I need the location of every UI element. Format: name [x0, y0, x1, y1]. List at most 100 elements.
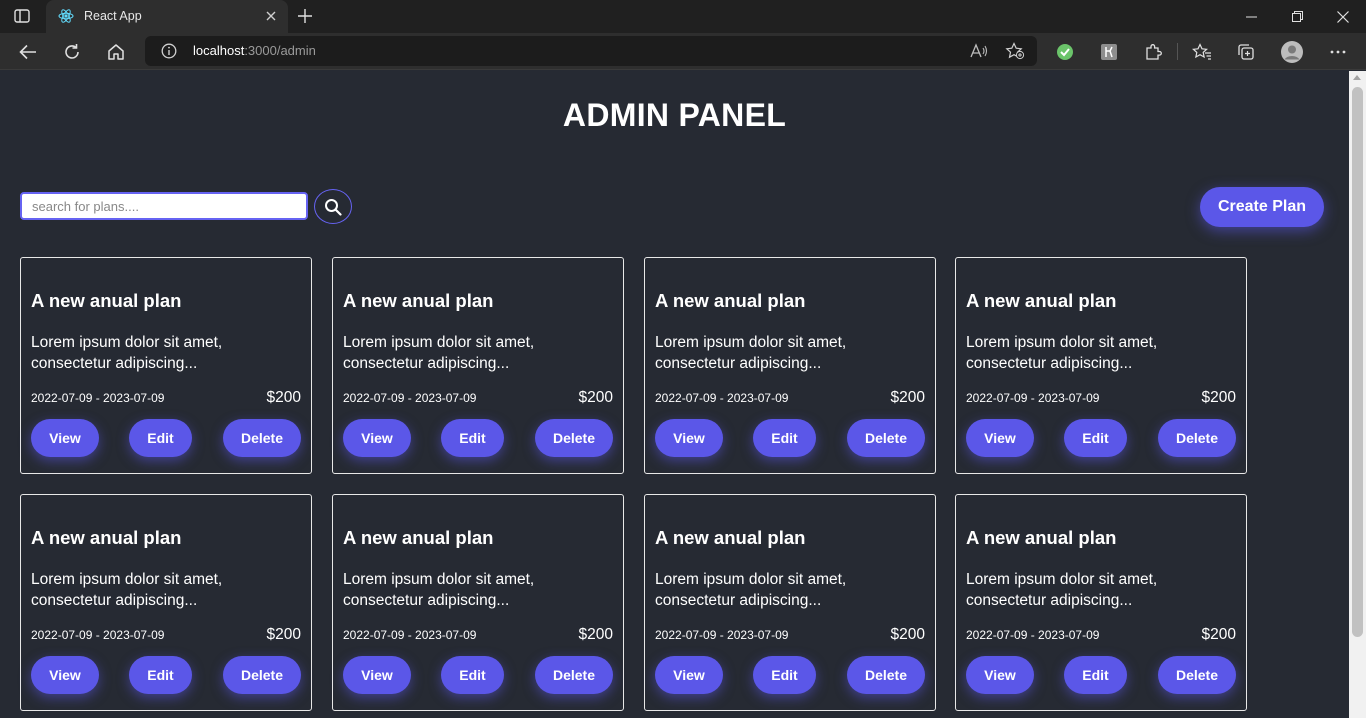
view-button[interactable]: View	[343, 419, 411, 457]
delete-button[interactable]: Delete	[535, 656, 613, 694]
new-tab-icon[interactable]	[294, 5, 316, 27]
favorites-icon[interactable]	[1189, 40, 1215, 64]
edit-button[interactable]: Edit	[129, 656, 192, 694]
delete-button[interactable]: Delete	[847, 656, 925, 694]
delete-button[interactable]: Delete	[847, 419, 925, 457]
view-button[interactable]: View	[31, 419, 99, 457]
plan-title: A new anual plan	[343, 290, 494, 311]
view-button[interactable]: View	[655, 419, 723, 457]
delete-button[interactable]: Delete	[223, 656, 301, 694]
plan-dates: 2022-07-09 - 2023-07-09	[655, 391, 789, 405]
plan-price: $200	[1201, 389, 1236, 406]
search-button[interactable]	[314, 189, 352, 224]
search-icon	[325, 198, 342, 216]
edit-button[interactable]: Edit	[441, 419, 504, 457]
url-text: localhost:3000/admin	[193, 43, 316, 58]
tab-title: React App	[84, 9, 142, 23]
minimize-icon[interactable]	[1228, 0, 1274, 33]
delete-button[interactable]: Delete	[223, 419, 301, 457]
close-window-icon[interactable]	[1320, 0, 1366, 33]
plan-title: A new anual plan	[31, 527, 182, 548]
search-input[interactable]	[20, 192, 308, 220]
plan-card: A new anual plan Lorem ipsum dolor sit a…	[20, 257, 312, 474]
browser-tab[interactable]: React App	[46, 0, 288, 33]
plan-price: $200	[890, 389, 925, 406]
browser-toolbar: localhost:3000/admin	[0, 33, 1366, 70]
back-arrow-icon[interactable]	[15, 40, 41, 64]
edit-button[interactable]: Edit	[753, 656, 816, 694]
read-aloud-icon[interactable]	[969, 42, 989, 60]
plan-card: A new anual plan Lorem ipsum dolor sit a…	[644, 257, 936, 474]
plan-title: A new anual plan	[343, 527, 494, 548]
view-button[interactable]: View	[966, 419, 1034, 457]
plan-description: Lorem ipsum dolor sit amet, consectetur …	[31, 334, 223, 372]
address-bar[interactable]: localhost:3000/admin	[145, 36, 1037, 66]
plan-dates: 2022-07-09 - 2023-07-09	[655, 628, 789, 642]
plan-description: Lorem ipsum dolor sit amet, consectetur …	[966, 334, 1158, 372]
delete-button[interactable]: Delete	[1158, 656, 1236, 694]
plan-card: A new anual plan Lorem ipsum dolor sit a…	[955, 257, 1247, 474]
plan-card: A new anual plan Lorem ipsum dolor sit a…	[955, 494, 1247, 711]
plan-card: A new anual plan Lorem ipsum dolor sit a…	[644, 494, 936, 711]
plan-dates: 2022-07-09 - 2023-07-09	[31, 628, 165, 642]
react-logo-icon	[58, 8, 74, 24]
scrollbar-thumb[interactable]	[1352, 87, 1363, 637]
plan-description: Lorem ipsum dolor sit amet, consectetur …	[343, 334, 535, 372]
edit-button[interactable]: Edit	[1064, 656, 1127, 694]
plan-dates: 2022-07-09 - 2023-07-09	[966, 628, 1100, 642]
plan-price: $200	[266, 626, 301, 643]
plan-card: A new anual plan Lorem ipsum dolor sit a…	[332, 494, 624, 711]
add-favorite-icon[interactable]	[1005, 42, 1025, 60]
plan-description: Lorem ipsum dolor sit amet, consectetur …	[655, 571, 847, 609]
plan-price: $200	[1201, 626, 1236, 643]
page-scrollbar[interactable]	[1349, 71, 1366, 718]
site-info-icon[interactable]	[161, 43, 177, 59]
plan-price: $200	[266, 389, 301, 406]
tab-actions-icon[interactable]	[10, 6, 34, 26]
plan-description: Lorem ipsum dolor sit amet, consectetur …	[31, 571, 223, 609]
edit-button[interactable]: Edit	[441, 656, 504, 694]
plan-price: $200	[890, 626, 925, 643]
browser-tab-bar: React App	[0, 0, 1366, 33]
edit-button[interactable]: Edit	[129, 419, 192, 457]
extensions-puzzle-icon[interactable]	[1140, 40, 1166, 64]
edit-button[interactable]: Edit	[1064, 419, 1127, 457]
home-icon[interactable]	[103, 40, 129, 64]
plan-title: A new anual plan	[966, 527, 1117, 548]
grammar-extension-icon[interactable]	[1052, 40, 1078, 64]
plan-card: A new anual plan Lorem ipsum dolor sit a…	[332, 257, 624, 474]
delete-button[interactable]: Delete	[1158, 419, 1236, 457]
refresh-icon[interactable]	[59, 40, 85, 64]
translate-extension-icon[interactable]	[1096, 40, 1122, 64]
edit-button[interactable]: Edit	[753, 419, 816, 457]
restore-icon[interactable]	[1274, 0, 1320, 33]
plan-title: A new anual plan	[966, 290, 1117, 311]
delete-button[interactable]: Delete	[535, 419, 613, 457]
url-host: localhost	[193, 43, 245, 58]
plan-description: Lorem ipsum dolor sit amet, consectetur …	[343, 571, 535, 609]
view-button[interactable]: View	[343, 656, 411, 694]
view-button[interactable]: View	[31, 656, 99, 694]
plan-title: A new anual plan	[655, 527, 806, 548]
scroll-up-arrow-icon[interactable]	[1353, 75, 1361, 80]
plan-title: A new anual plan	[655, 290, 806, 311]
plan-dates: 2022-07-09 - 2023-07-09	[31, 391, 165, 405]
profile-avatar-icon[interactable]	[1279, 40, 1305, 64]
view-button[interactable]: View	[966, 656, 1034, 694]
more-options-icon[interactable]	[1325, 40, 1351, 64]
plan-description: Lorem ipsum dolor sit amet, consectetur …	[655, 334, 847, 372]
view-button[interactable]: View	[655, 656, 723, 694]
collections-icon[interactable]	[1233, 40, 1259, 64]
plan-price: $200	[578, 389, 613, 406]
plan-card: A new anual plan Lorem ipsum dolor sit a…	[20, 494, 312, 711]
plan-price: $200	[578, 626, 613, 643]
create-plan-button[interactable]: Create Plan	[1200, 187, 1324, 227]
close-tab-icon[interactable]	[264, 9, 278, 23]
admin-page: ADMIN PANEL Create Plan A new anual plan…	[0, 71, 1349, 718]
plan-dates: 2022-07-09 - 2023-07-09	[343, 391, 477, 405]
toolbar-divider	[1177, 43, 1178, 60]
plan-dates: 2022-07-09 - 2023-07-09	[343, 628, 477, 642]
url-path: :3000/admin	[244, 43, 316, 58]
plan-description: Lorem ipsum dolor sit amet, consectetur …	[966, 571, 1158, 609]
plan-dates: 2022-07-09 - 2023-07-09	[966, 391, 1100, 405]
